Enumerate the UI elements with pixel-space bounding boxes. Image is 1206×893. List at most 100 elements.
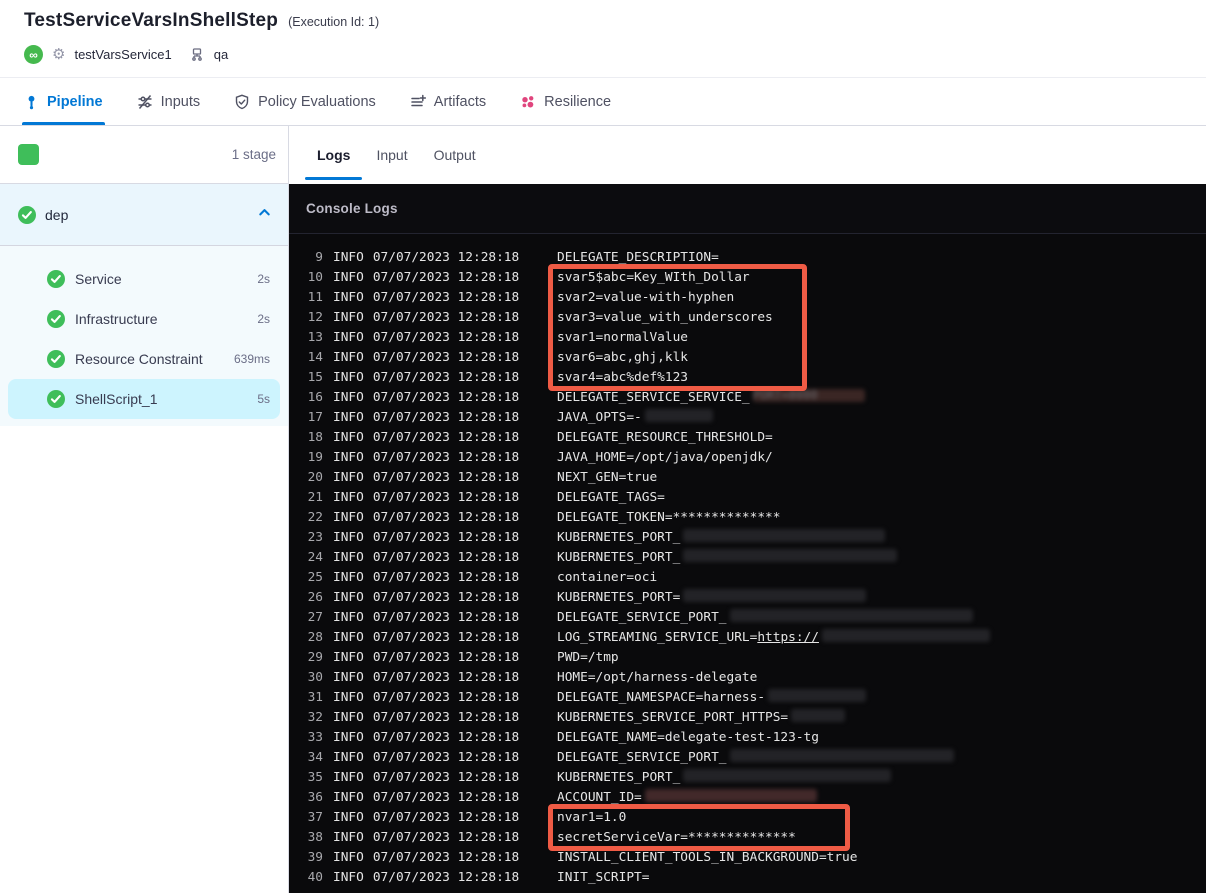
log-line: 20 INFO 07/07/2023 12:28:18 NEXT_GEN=true <box>289 468 1206 488</box>
success-check-icon <box>47 350 65 368</box>
log-line-number: 25 <box>307 570 323 585</box>
tab-policy-evaluations[interactable]: Policy Evaluations <box>234 78 376 125</box>
log-line-number: 33 <box>307 730 323 745</box>
log-line: 18 INFO 07/07/2023 12:28:18 DELEGATE_RESOUR… <box>289 428 1206 448</box>
service-gear-icon: ⚙ <box>52 46 66 63</box>
stage-status-square[interactable] <box>18 144 39 165</box>
log-line-number: 18 <box>307 430 323 445</box>
step-duration: 2s <box>257 312 270 326</box>
redacted-value <box>683 769 892 782</box>
console-tab-input[interactable]: Input <box>376 126 407 184</box>
log-level: INFO <box>333 370 364 385</box>
pipeline-icon <box>24 94 39 110</box>
log-timestamp: 07/07/2023 12:28:18 <box>372 490 520 505</box>
log-line: 19 INFO 07/07/2023 12:28:18 JAVA_HOME=/opt/… <box>289 448 1206 468</box>
log-timestamp: 07/07/2023 12:28:18 <box>372 270 520 285</box>
redacted-value <box>683 589 867 602</box>
log-message: DELEGATE_SERVICE_SERVICE_ PORT=8080 <box>557 388 865 408</box>
log-timestamp: 07/07/2023 12:28:18 <box>372 390 520 405</box>
tab-resilience[interactable]: Resilience <box>520 78 611 125</box>
step-item-service[interactable]: Service 2s <box>8 259 280 299</box>
log-line-number: 32 <box>307 710 323 725</box>
log-message: PWD=/tmp <box>557 650 619 665</box>
log-message: svar5$abc=Key_WIth_Dollar <box>557 270 750 285</box>
log-message: DELEGATE_SERVICE_PORT_ <box>557 608 973 628</box>
log-timestamp: 07/07/2023 12:28:18 <box>372 650 520 665</box>
log-line: 33 INFO 07/07/2023 12:28:18 DELEGATE_NAME=d… <box>289 728 1206 748</box>
tab-label: Resilience <box>544 93 612 110</box>
tab-inputs[interactable]: Inputs <box>137 78 200 125</box>
log-line-number: 38 <box>307 830 323 845</box>
success-check-icon <box>47 270 65 288</box>
log-level: INFO <box>333 450 364 465</box>
log-message: DELEGATE_TAGS= <box>557 490 665 505</box>
execution-tabs: Pipeline Inputs Policy Evaluations Artifact… <box>0 77 1206 126</box>
log-level: INFO <box>333 510 364 525</box>
log-line: 30 INFO 07/07/2023 12:28:18 HOME=/opt/harne… <box>289 668 1206 688</box>
log-message: KUBERNETES_SERVICE_PORT_HTTPS= <box>557 708 846 728</box>
log-line: 15 INFO 07/07/2023 12:28:18 svar4=abc%def%1… <box>289 368 1206 388</box>
log-message: svar1=normalValue <box>557 330 688 345</box>
log-message: svar6=abc,ghj,klk <box>557 350 688 365</box>
log-timestamp: 07/07/2023 12:28:18 <box>372 790 520 805</box>
step-item-resource-constraint[interactable]: Resource Constraint 639ms <box>8 339 280 379</box>
log-line: 11 INFO 07/07/2023 12:28:18 svar2=value-wit… <box>289 288 1206 308</box>
environment-name[interactable]: qa <box>214 47 228 62</box>
log-timestamp: 07/07/2023 12:28:18 <box>372 870 520 885</box>
log-timestamp: 07/07/2023 12:28:18 <box>372 290 520 305</box>
log-level: INFO <box>333 350 364 365</box>
log-line-number: 28 <box>307 630 323 645</box>
log-level: INFO <box>333 770 364 785</box>
log-line-number: 19 <box>307 450 323 465</box>
log-line: 17 INFO 07/07/2023 12:28:18 JAVA_OPTS=- <box>289 408 1206 428</box>
cd-module-icon: ∞ <box>24 45 43 64</box>
tab-artifacts[interactable]: Artifacts <box>410 78 486 125</box>
log-link[interactable]: https:// <box>757 630 819 645</box>
redacted-value <box>683 529 886 542</box>
console-tab-logs[interactable]: Logs <box>304 126 364 184</box>
step-item-shellscript-1[interactable]: ShellScript_1 5s <box>8 379 280 419</box>
log-line: 27 INFO 07/07/2023 12:28:18 DELEGATE_SERVIC… <box>289 608 1206 628</box>
log-level: INFO <box>333 570 364 585</box>
log-message: svar2=value-with-hyphen <box>557 290 735 305</box>
redacted-value: PORT=8080 <box>752 389 865 402</box>
log-level: INFO <box>333 470 364 485</box>
inputs-icon <box>137 94 153 110</box>
log-line: 24 INFO 07/07/2023 12:28:18 KUBERNETES_PORT… <box>289 548 1206 568</box>
step-duration: 5s <box>257 392 270 406</box>
log-timestamp: 07/07/2023 12:28:18 <box>372 470 520 485</box>
log-line: 38 INFO 07/07/2023 12:28:18 secretServiceVa… <box>289 828 1206 848</box>
log-line: 10 INFO 07/07/2023 12:28:18 svar5$abc=Key_W… <box>289 268 1206 288</box>
log-level: INFO <box>333 850 364 865</box>
log-message: JAVA_HOME=/opt/java/openjdk/ <box>557 450 773 465</box>
service-name[interactable]: testVarsService1 <box>74 47 171 62</box>
log-timestamp: 07/07/2023 12:28:18 <box>372 630 520 645</box>
log-timestamp: 07/07/2023 12:28:18 <box>372 810 520 825</box>
log-message: INSTALL_CLIENT_TOOLS_IN_BACKGROUND=true <box>557 850 858 865</box>
chevron-up-icon[interactable] <box>257 205 272 225</box>
log-message: nvar1=1.0 <box>557 810 627 825</box>
log-level: INFO <box>333 750 364 765</box>
console-tab-output[interactable]: Output <box>434 126 476 184</box>
log-timestamp: 07/07/2023 12:28:18 <box>372 730 520 745</box>
log-line: 35 INFO 07/07/2023 12:28:18 KUBERNETES_PORT… <box>289 768 1206 788</box>
log-line-number: 9 <box>315 250 323 265</box>
log-line-number: 15 <box>307 370 323 385</box>
log-line: 34 INFO 07/07/2023 12:28:18 DELEGATE_SERVIC… <box>289 748 1206 768</box>
log-level: INFO <box>333 310 364 325</box>
log-level: INFO <box>333 550 364 565</box>
log-level: INFO <box>333 250 364 265</box>
log-line-number: 29 <box>307 650 323 665</box>
log-line-number: 36 <box>307 790 323 805</box>
log-level: INFO <box>333 670 364 685</box>
step-item-infrastructure[interactable]: Infrastructure 2s <box>8 299 280 339</box>
log-line: 9 INFO 07/07/2023 12:28:18 DELEGATE_DESCRIP… <box>289 248 1206 268</box>
step-label: Infrastructure <box>75 311 158 327</box>
tab-pipeline[interactable]: Pipeline <box>22 78 105 125</box>
log-level: INFO <box>333 790 364 805</box>
stage-group-dep[interactable]: dep <box>0 184 288 246</box>
log-level: INFO <box>333 710 364 725</box>
log-line-number: 23 <box>307 530 323 545</box>
log-line: 21 INFO 07/07/2023 12:28:18 DELEGATE_TAGS= <box>289 488 1206 508</box>
log-line-number: 10 <box>307 270 323 285</box>
